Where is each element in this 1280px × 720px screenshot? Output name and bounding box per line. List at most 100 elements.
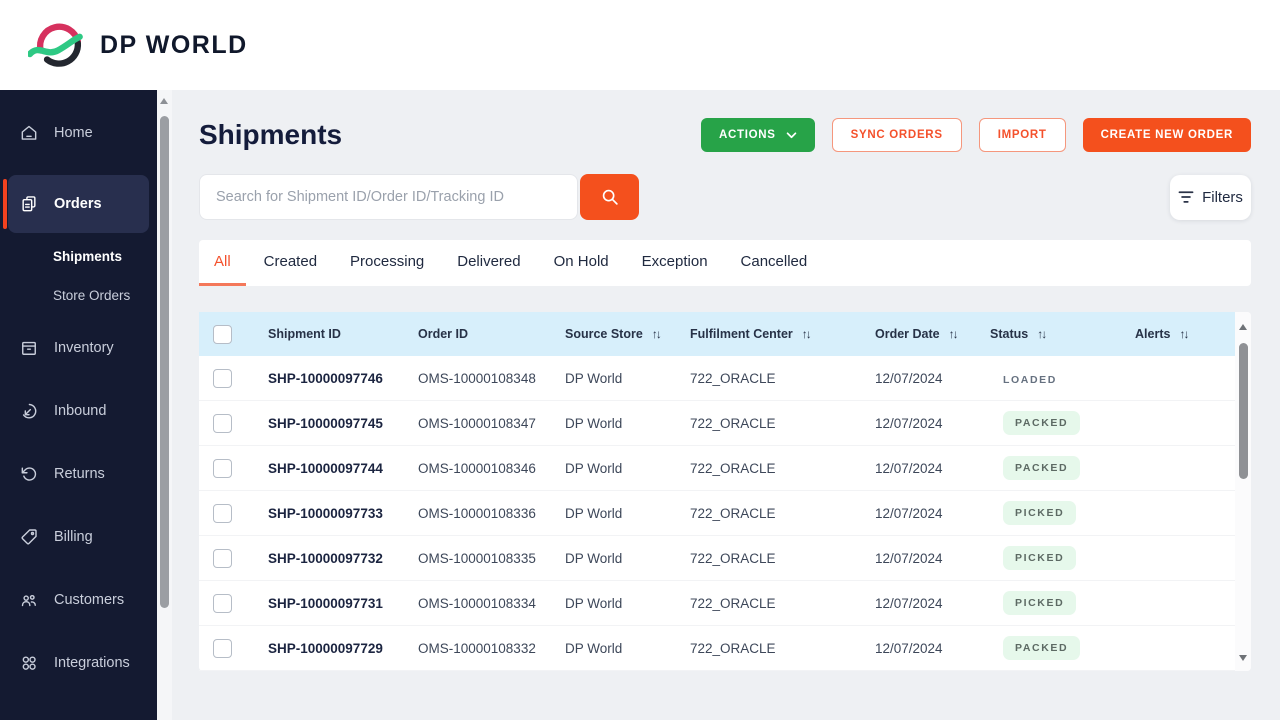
sidebar-item-home[interactable]: Home: [8, 112, 149, 154]
column-header-alerts[interactable]: Alerts: [1120, 327, 1235, 341]
integrations-icon: [18, 652, 40, 674]
scroll-up-icon[interactable]: [160, 98, 168, 104]
sidebar-item-billing[interactable]: Billing: [8, 516, 149, 558]
status-badge: PACKED: [1003, 636, 1080, 660]
row-checkbox[interactable]: [213, 549, 232, 568]
cell-order-id: OMS-10000108347: [403, 416, 550, 431]
row-checkbox[interactable]: [213, 594, 232, 613]
create-new-order-button[interactable]: CREATE NEW ORDER: [1083, 118, 1251, 152]
column-header-order-date[interactable]: Order Date: [860, 327, 975, 341]
status-badge: LOADED: [1003, 374, 1057, 386]
column-header-fulfilment-center[interactable]: Fulfilment Center: [675, 327, 860, 341]
table-row[interactable]: SHP-10000097733 OMS-10000108336 DP World…: [199, 491, 1235, 536]
sidebar-item-integrations[interactable]: Integrations: [8, 642, 149, 684]
cell-order-id: OMS-10000108335: [403, 551, 550, 566]
row-checkbox[interactable]: [213, 369, 232, 388]
cell-source-store: DP World: [550, 371, 675, 386]
sidebar-item-inbound[interactable]: Inbound: [8, 390, 149, 432]
inventory-icon: [18, 337, 40, 359]
table-row[interactable]: SHP-10000097729 OMS-10000108332 DP World…: [199, 626, 1235, 671]
cell-order-date: 12/07/2024: [860, 596, 975, 611]
cell-shipment-id: SHP-10000097729: [253, 641, 403, 656]
tab-cancelled[interactable]: Cancelled: [726, 240, 823, 286]
table-scrollbar-thumb[interactable]: [1239, 343, 1248, 479]
cell-shipment-id: SHP-10000097731: [253, 596, 403, 611]
table-header-row: Shipment ID Order ID Source Store Fulfil…: [199, 312, 1235, 356]
cell-order-id: OMS-10000108346: [403, 461, 550, 476]
actions-button[interactable]: ACTIONS: [701, 118, 815, 152]
tab-created[interactable]: Created: [249, 240, 332, 286]
sidebar-scrollbar-thumb[interactable]: [160, 116, 169, 608]
filters-button-label: Filters: [1202, 189, 1243, 206]
table-row[interactable]: SHP-10000097732 OMS-10000108335 DP World…: [199, 536, 1235, 581]
cell-order-date: 12/07/2024: [860, 371, 975, 386]
cell-order-date: 12/07/2024: [860, 506, 975, 521]
status-tabs: AllCreatedProcessingDeliveredOn HoldExce…: [199, 240, 1251, 286]
status-badge: PACKED: [1003, 411, 1080, 435]
cell-shipment-id: SHP-10000097744: [253, 461, 403, 476]
sidebar-item-returns[interactable]: Returns: [8, 453, 149, 495]
row-checkbox[interactable]: [213, 414, 232, 433]
select-all-checkbox[interactable]: [213, 325, 232, 344]
billing-icon: [18, 526, 40, 548]
tab-exception[interactable]: Exception: [627, 240, 723, 286]
table-row[interactable]: SHP-10000097731 OMS-10000108334 DP World…: [199, 581, 1235, 626]
select-all-cell: [199, 325, 253, 344]
cell-fulfilment-center: 722_ORACLE: [675, 596, 860, 611]
sidebar-item-orders[interactable]: Orders: [8, 175, 149, 233]
orders-icon: [18, 193, 40, 215]
sync-orders-button[interactable]: SYNC ORDERS: [832, 118, 962, 152]
search-button[interactable]: [580, 174, 639, 220]
table-row[interactable]: SHP-10000097746 OMS-10000108348 DP World…: [199, 356, 1235, 401]
cell-source-store: DP World: [550, 506, 675, 521]
scroll-down-icon[interactable]: [1239, 655, 1247, 661]
sidebar-item-store-orders[interactable]: Store Orders: [8, 288, 149, 303]
toolbar: ACTIONS SYNC ORDERS IMPORT CREATE NEW OR…: [701, 118, 1251, 152]
actions-button-label: ACTIONS: [719, 129, 776, 141]
brand-swirl-icon: [28, 18, 86, 72]
row-checkbox[interactable]: [213, 639, 232, 658]
table-row[interactable]: SHP-10000097744 OMS-10000108346 DP World…: [199, 446, 1235, 491]
sort-icon: [1037, 327, 1045, 341]
row-checkbox[interactable]: [213, 504, 232, 523]
cell-source-store: DP World: [550, 551, 675, 566]
cell-fulfilment-center: 722_ORACLE: [675, 506, 860, 521]
tab-on-hold[interactable]: On Hold: [539, 240, 624, 286]
cell-source-store: DP World: [550, 461, 675, 476]
table-scrollbar[interactable]: [1235, 312, 1251, 671]
cell-source-store: DP World: [550, 596, 675, 611]
sidebar: Home Orders Shipments Store Orders Invent…: [0, 90, 157, 720]
sort-icon: [802, 327, 810, 341]
home-icon: [18, 122, 40, 144]
sidebar-scrollbar[interactable]: [157, 90, 172, 720]
search-icon: [599, 186, 621, 208]
brand-logo: DP WORLD: [28, 18, 248, 72]
top-header: DP WORLD: [0, 0, 1280, 90]
status-badge: PACKED: [1003, 456, 1080, 480]
cell-shipment-id: SHP-10000097745: [253, 416, 403, 431]
column-header-status[interactable]: Status: [975, 327, 1120, 341]
scroll-up-icon[interactable]: [1239, 324, 1247, 330]
cell-order-id: OMS-10000108348: [403, 371, 550, 386]
sidebar-item-customers[interactable]: Customers: [8, 579, 149, 621]
status-badge: PICKED: [1003, 591, 1076, 615]
sort-icon: [949, 327, 957, 341]
cell-order-id: OMS-10000108336: [403, 506, 550, 521]
cell-shipment-id: SHP-10000097746: [253, 371, 403, 386]
cell-source-store: DP World: [550, 416, 675, 431]
sort-icon: [1179, 327, 1187, 341]
filters-button[interactable]: Filters: [1170, 175, 1251, 220]
tab-processing[interactable]: Processing: [335, 240, 439, 286]
sidebar-item-shipments[interactable]: Shipments: [8, 249, 149, 264]
column-header-source-store[interactable]: Source Store: [550, 327, 675, 341]
row-checkbox[interactable]: [213, 459, 232, 478]
cell-fulfilment-center: 722_ORACLE: [675, 461, 860, 476]
table-body: SHP-10000097746 OMS-10000108348 DP World…: [199, 356, 1251, 671]
import-button[interactable]: IMPORT: [979, 118, 1066, 152]
tab-all[interactable]: All: [199, 240, 246, 286]
tab-delivered[interactable]: Delivered: [442, 240, 535, 286]
search-input[interactable]: [199, 174, 578, 220]
chevron-down-icon: [786, 132, 797, 139]
sidebar-item-inventory[interactable]: Inventory: [8, 327, 149, 369]
table-row[interactable]: SHP-10000097745 OMS-10000108347 DP World…: [199, 401, 1235, 446]
